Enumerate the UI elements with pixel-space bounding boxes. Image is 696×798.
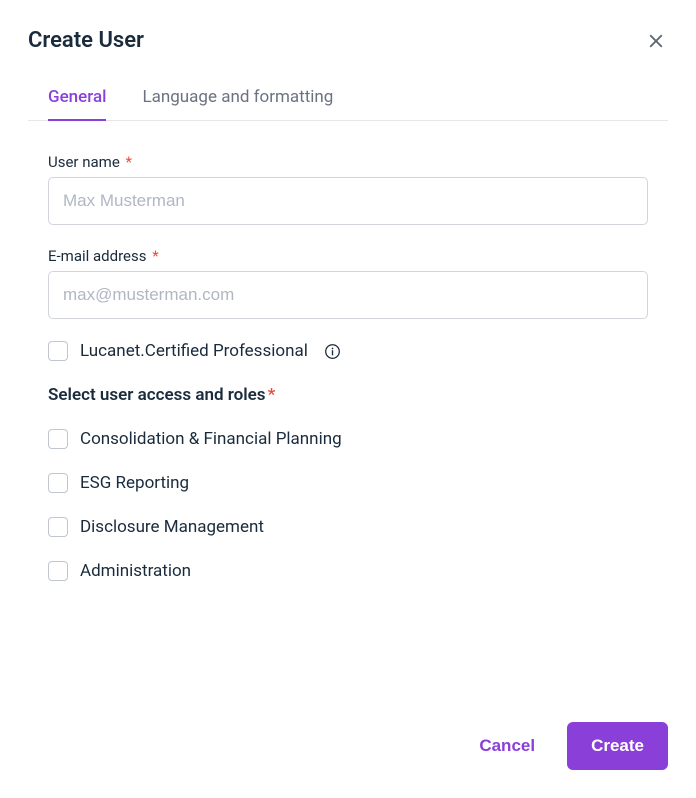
role-administration-checkbox[interactable] — [48, 561, 68, 581]
dialog-title: Create User — [28, 28, 144, 53]
role-administration-label: Administration — [80, 561, 191, 581]
tabs-container: General Language and formatting — [28, 81, 668, 121]
close-icon — [647, 32, 665, 50]
cancel-button[interactable]: Cancel — [471, 724, 543, 768]
username-input[interactable] — [48, 177, 648, 225]
create-button[interactable]: Create — [567, 722, 668, 770]
form-content: User name * E-mail address * Lucanet.Cer… — [28, 153, 668, 581]
info-icon[interactable] — [324, 343, 341, 360]
username-field-group: User name * — [48, 153, 648, 225]
required-asterisk: * — [268, 385, 276, 405]
email-input[interactable] — [48, 271, 648, 319]
role-administration-row: Administration — [48, 561, 648, 581]
close-button[interactable] — [644, 29, 668, 53]
role-esg-checkbox[interactable] — [48, 473, 68, 493]
role-disclosure-checkbox[interactable] — [48, 517, 68, 537]
role-esg-row: ESG Reporting — [48, 473, 648, 493]
certified-checkbox[interactable] — [48, 341, 68, 361]
dialog-header: Create User — [28, 28, 668, 53]
role-disclosure-row: Disclosure Management — [48, 517, 648, 537]
role-disclosure-label: Disclosure Management — [80, 517, 264, 537]
role-esg-label: ESG Reporting — [80, 473, 189, 493]
email-label-text: E-mail address — [48, 247, 146, 265]
username-label-text: User name — [48, 153, 120, 171]
email-field-group: E-mail address * — [48, 247, 648, 319]
email-label: E-mail address * — [48, 247, 648, 265]
required-asterisk: * — [122, 153, 132, 171]
required-asterisk: * — [148, 247, 158, 265]
roles-heading-text: Select user access and roles — [48, 385, 266, 405]
certified-label: Lucanet.Certified Professional — [80, 341, 308, 361]
tab-general[interactable]: General — [48, 81, 106, 121]
role-consolidation-label: Consolidation & Financial Planning — [80, 429, 342, 449]
roles-heading: Select user access and roles* — [48, 385, 648, 405]
tab-language-formatting[interactable]: Language and formatting — [142, 81, 333, 121]
role-consolidation-checkbox[interactable] — [48, 429, 68, 449]
username-label: User name * — [48, 153, 648, 171]
certified-checkbox-row: Lucanet.Certified Professional — [48, 341, 648, 361]
role-consolidation-row: Consolidation & Financial Planning — [48, 429, 648, 449]
dialog-footer: Cancel Create — [471, 722, 668, 770]
